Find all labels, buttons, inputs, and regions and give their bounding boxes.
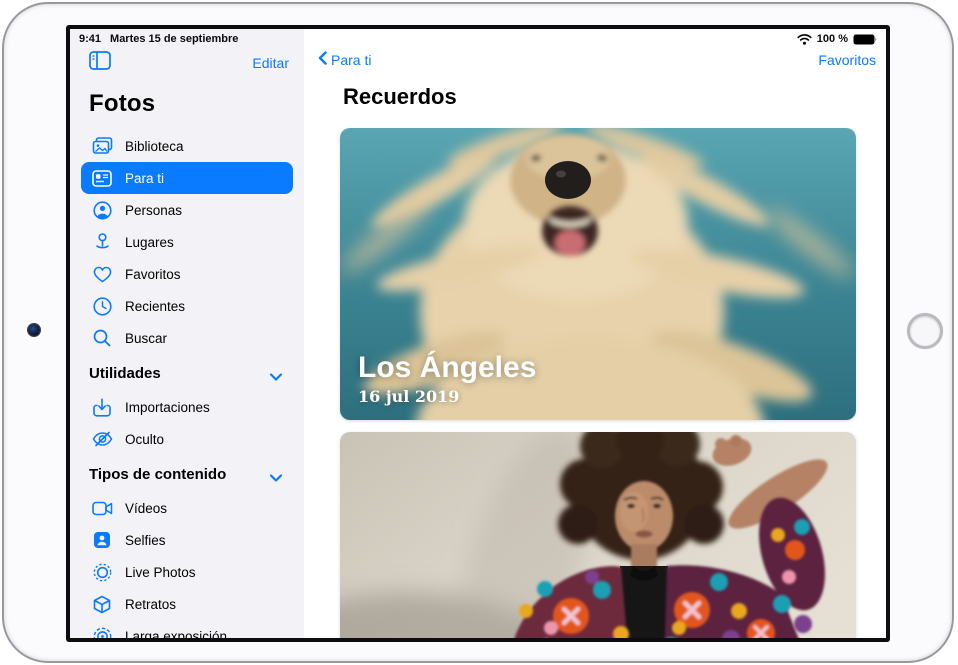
sidebar-item-biblioteca[interactable]: Biblioteca (81, 130, 293, 162)
sidebar-item-label: Oculto (125, 432, 164, 447)
clock-icon (91, 296, 113, 316)
people-icon (91, 200, 113, 220)
sidebar-item-oculto[interactable]: Oculto (81, 423, 293, 455)
hidden-eye-icon (91, 429, 113, 449)
sidebar-item-label: Buscar (125, 331, 167, 346)
memory-card-los-angeles[interactable]: Los Ángeles 16 jul 2019 (340, 128, 856, 420)
sidebar: Editar Fotos Biblioteca (70, 29, 304, 638)
screen: 9:41 Martes 15 de septiembre 100 % (66, 25, 890, 642)
page-title: Recuerdos (343, 84, 457, 110)
live-photos-icon (91, 562, 113, 582)
sidebar-item-label: Vídeos (125, 501, 167, 516)
sidebar-item-label: Favoritos (125, 267, 181, 282)
sidebar-item-favoritos[interactable]: Favoritos (81, 258, 293, 290)
photos-app: 9:41 Martes 15 de septiembre 100 % (70, 29, 886, 638)
portraits-cube-icon (91, 594, 113, 614)
sidebar-item-label: Larga exposición (125, 629, 227, 639)
sidebar-item-label: Importaciones (125, 400, 210, 415)
sidebar-item-label: Recientes (125, 299, 185, 314)
sidebar-item-recientes[interactable]: Recientes (81, 290, 293, 322)
sidebar-item-label: Personas (125, 203, 182, 218)
chevron-down-icon (269, 369, 283, 379)
sidebar-section-tipos-de-contenido[interactable]: Tipos de contenido (81, 457, 293, 492)
memory-card-portrait[interactable] (340, 432, 856, 638)
memories-list: Los Ángeles 16 jul 2019 (340, 128, 856, 638)
favorites-button[interactable]: Favoritos (818, 52, 876, 68)
long-exposure-icon (91, 626, 113, 638)
sidebar-item-label: Retratos (125, 597, 176, 612)
sidebar-item-importaciones[interactable]: Importaciones (81, 391, 293, 423)
sidebar-toggle-button[interactable] (89, 51, 111, 75)
back-button[interactable]: Para ti (318, 51, 371, 68)
sidebar-app-title: Fotos (89, 90, 293, 118)
edit-button[interactable]: Editar (252, 55, 289, 71)
sidebar-item-larga-exposicion[interactable]: Larga exposición (81, 620, 293, 638)
memory-photo-woman (340, 432, 856, 638)
heart-icon (91, 264, 113, 284)
library-icon (91, 136, 113, 156)
sidebar-item-label: Biblioteca (125, 139, 184, 154)
sidebar-item-label: Para ti (125, 171, 164, 186)
sidebar-item-videos[interactable]: Vídeos (81, 492, 293, 524)
home-button[interactable] (907, 313, 943, 349)
memory-photo-dog (340, 128, 856, 420)
sidebar-item-para-ti[interactable]: Para ti (81, 162, 293, 194)
sidebar-item-lugares[interactable]: Lugares (81, 226, 293, 258)
sidebar-item-label: Lugares (125, 235, 174, 250)
section-label: Utilidades (89, 365, 161, 382)
sidebar-item-selfies[interactable]: Selfies (81, 524, 293, 556)
for-you-icon (91, 168, 113, 188)
sidebar-item-label: Live Photos (125, 565, 196, 580)
sidebar-item-buscar[interactable]: Buscar (81, 322, 293, 354)
sidebar-item-live-photos[interactable]: Live Photos (81, 556, 293, 588)
search-icon (91, 328, 113, 348)
front-camera (28, 324, 40, 336)
selfies-icon (91, 530, 113, 550)
main-content: Para ti Favoritos Recuerdos (304, 29, 886, 638)
sidebar-item-label: Selfies (125, 533, 166, 548)
chevron-left-icon (318, 51, 327, 68)
import-icon (91, 397, 113, 417)
chevron-down-icon (269, 470, 283, 480)
video-icon (91, 498, 113, 518)
places-pin-icon (91, 232, 113, 252)
sidebar-item-retratos[interactable]: Retratos (81, 588, 293, 620)
back-button-label: Para ti (331, 52, 371, 68)
ipad-device: 9:41 Martes 15 de septiembre 100 % (0, 0, 958, 665)
section-label: Tipos de contenido (89, 466, 226, 483)
sidebar-section-utilidades[interactable]: Utilidades (81, 356, 293, 391)
sidebar-item-personas[interactable]: Personas (81, 194, 293, 226)
